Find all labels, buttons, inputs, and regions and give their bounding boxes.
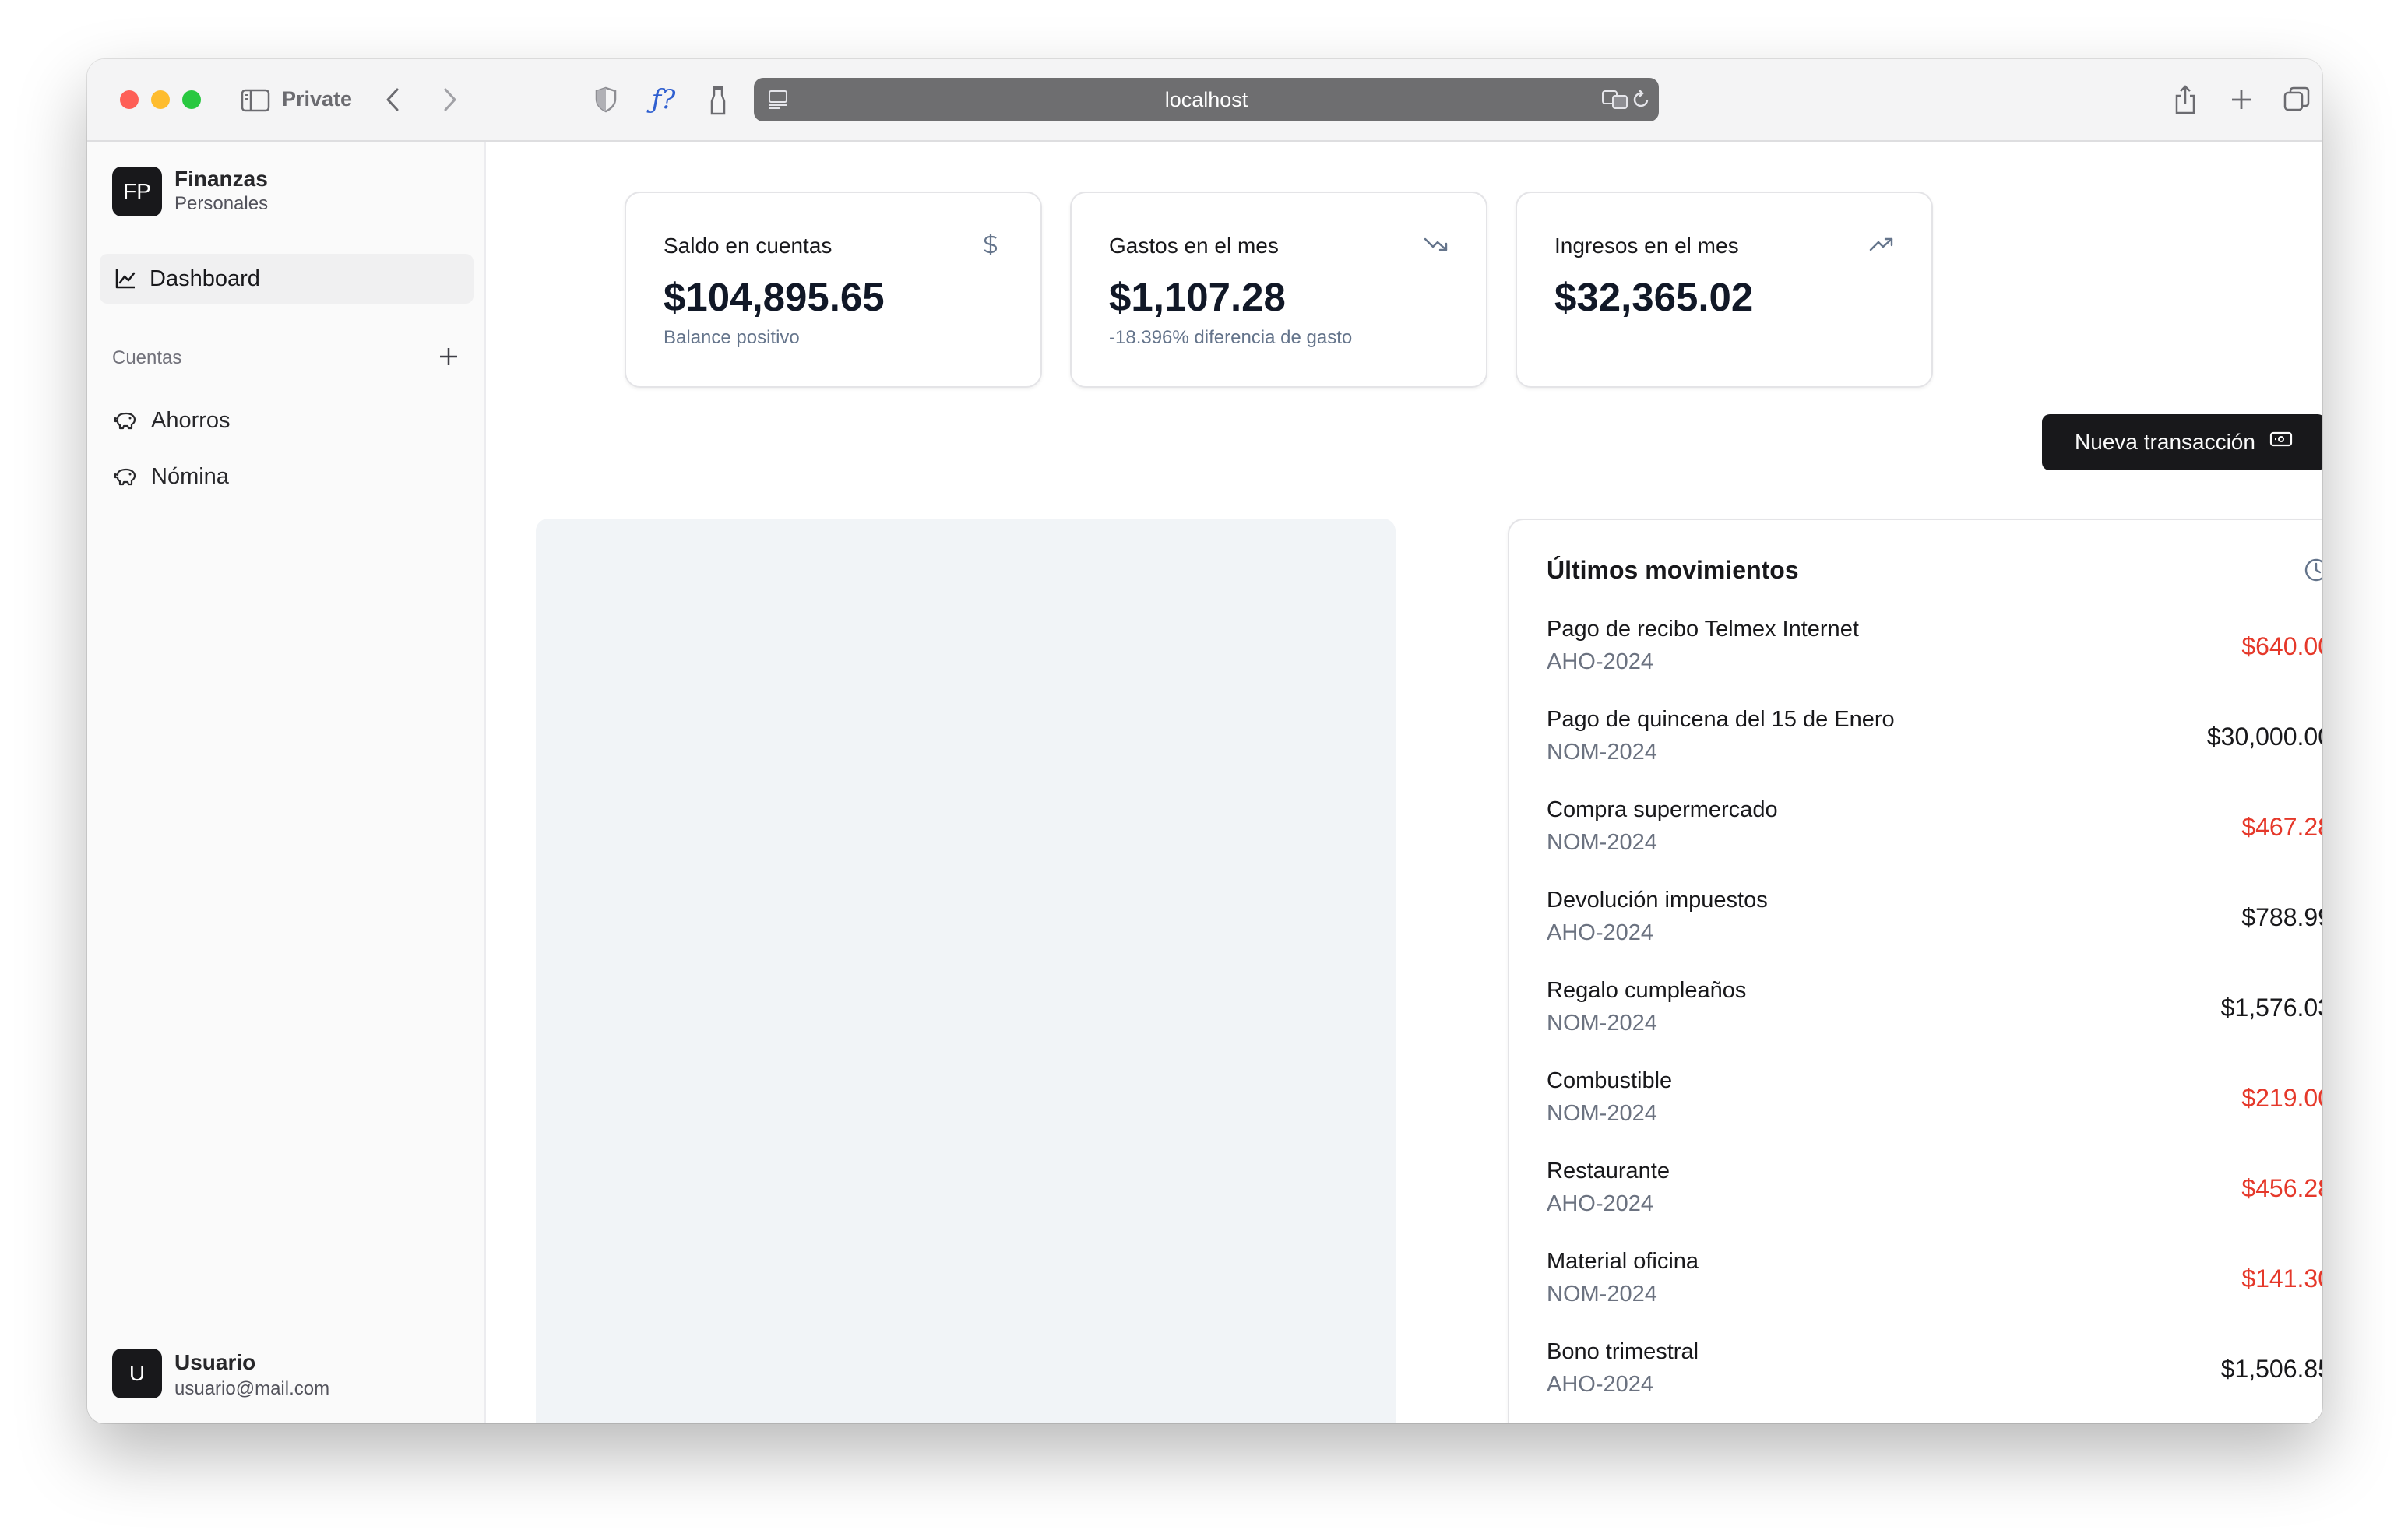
movement-account: AHO-2024: [1547, 920, 1654, 945]
stat-value: $32,365.02: [1554, 275, 1754, 319]
movement-amount: $219.00: [2241, 1084, 2322, 1112]
new-transaction-button[interactable]: Nueva transacción: [2042, 414, 2322, 470]
new-transaction-label: Nueva transacción: [2075, 430, 2255, 454]
movement-amount: $467.28: [2241, 813, 2322, 841]
browser-toolbar: Private ƒ? localhost: [87, 59, 2322, 142]
movement-name: Restaurante: [1547, 1159, 1670, 1184]
movement-amount: $1,576.03: [2220, 994, 2322, 1022]
movement-name: Regalo cumpleaños: [1547, 978, 1747, 1003]
accounts-section-label: Cuentas: [112, 347, 182, 368]
main-content: Saldo en cuentas $104,895.65 Balance pos…: [488, 142, 2322, 1423]
movements-title: Últimos movimientos: [1547, 556, 1799, 584]
url-text: localhost: [1164, 88, 1248, 111]
sidebar-item-label: Nómina: [151, 463, 229, 489]
movement-amount: $1,506.85: [2220, 1355, 2322, 1383]
stat-card-expenses: Gastos en el mes $1,107.28 -18.396% dife…: [1070, 192, 1487, 388]
movement-name: Devolución impuestos: [1547, 888, 1768, 913]
movement-account: AHO-2024: [1547, 1191, 1654, 1216]
line-chart-icon: [114, 267, 137, 290]
user-email: usuario@mail.com: [174, 1378, 330, 1399]
movement-amount: $456.28: [2241, 1174, 2322, 1202]
address-bar[interactable]: localhost: [754, 78, 1659, 121]
sidebar-item-dashboard[interactable]: Dashboard: [100, 254, 474, 304]
movement-account: AHO-2024: [1547, 649, 1654, 674]
sidebar-item-label: Dashboard: [150, 266, 260, 291]
trending-up-icon: [1869, 232, 1894, 257]
movement-amount: $788.99: [2241, 903, 2322, 931]
list-item[interactable]: Material oficina NOM-2024 $141.30: [1547, 1249, 2322, 1327]
movement-amount: $640.00: [2241, 632, 2322, 660]
private-label: Private: [282, 87, 353, 111]
list-item[interactable]: Regalo cumpleaños NOM-2024 $1,576.03: [1547, 978, 2322, 1056]
forward-icon[interactable]: [435, 84, 466, 115]
clock-icon: [2304, 557, 2322, 582]
font-extension-icon[interactable]: ƒ?: [645, 81, 682, 118]
stat-card-balance: Saldo en cuentas $104,895.65 Balance pos…: [625, 192, 1042, 388]
piggy-bank-icon: [114, 408, 139, 433]
plus-icon: [440, 348, 457, 365]
stat-value: $104,895.65: [664, 275, 885, 319]
sidebar-item-ahorros[interactable]: Ahorros: [100, 396, 474, 445]
privacy-shield-icon[interactable]: [590, 84, 621, 115]
movement-account: NOM-2024: [1547, 1101, 1657, 1126]
movement-account: AHO-2024: [1547, 1372, 1654, 1397]
banknote-icon: [2269, 431, 2293, 454]
movement-name: Bono trimestral: [1547, 1339, 1699, 1364]
add-account-button[interactable]: [433, 341, 464, 372]
movement-name: Compra supermercado: [1547, 797, 1778, 822]
movement-name: Combustible: [1547, 1068, 1673, 1093]
movement-account: NOM-2024: [1547, 740, 1657, 765]
sidebar-item-label: Ahorros: [151, 407, 231, 433]
recent-movements-card: Últimos movimientos Pago de recibo Telme…: [1508, 519, 2322, 1423]
stat-title: Ingresos en el mes: [1554, 234, 1739, 258]
list-item[interactable]: Bono trimestral AHO-2024 $1,506.85: [1547, 1339, 2322, 1417]
list-item[interactable]: Pago de recibo Telmex Internet AHO-2024 $6…: [1547, 617, 2322, 695]
movement-name: Pago de quincena del 15 de Enero: [1547, 707, 1895, 732]
app-subtitle: Personales: [174, 193, 269, 214]
share-icon[interactable]: [2168, 83, 2202, 117]
stat-value: $1,107.28: [1109, 275, 1286, 319]
stat-title: Gastos en el mes: [1109, 234, 1279, 258]
trending-down-icon: [1424, 232, 1449, 257]
list-item[interactable]: Combustible NOM-2024 $219.00: [1547, 1068, 2322, 1146]
user-name: Usuario: [174, 1350, 256, 1374]
chart-loading-placeholder: [536, 519, 1396, 1423]
sidebar-item-nomina[interactable]: Nómina: [100, 452, 474, 501]
app-logo: FP: [112, 167, 162, 216]
translate-icon[interactable]: [1600, 87, 1631, 112]
sidebar: FP Finanzas Personales Dashboard Cuentas…: [87, 142, 486, 1423]
tab-overview-icon[interactable]: [2280, 84, 2313, 115]
movement-account: NOM-2024: [1547, 1282, 1657, 1307]
sidebar-toggle-icon[interactable]: [240, 87, 271, 114]
stat-title: Saldo en cuentas: [664, 234, 833, 258]
dollar-icon: [978, 232, 1003, 257]
back-icon[interactable]: [377, 84, 408, 115]
piggy-bank-icon: [114, 464, 139, 489]
movement-name: Material oficina: [1547, 1249, 1699, 1274]
movement-account: NOM-2024: [1547, 1011, 1657, 1036]
stat-subtext: Balance positivo: [664, 327, 800, 348]
movement-account: NOM-2024: [1547, 830, 1657, 855]
stat-card-income: Ingresos en el mes $32,365.02: [1516, 192, 1933, 388]
list-item[interactable]: Devolución impuestos AHO-2024 $788.99: [1547, 888, 2322, 965]
list-item[interactable]: Restaurante AHO-2024 $456.28: [1547, 1159, 2322, 1236]
list-item[interactable]: Compra supermercado NOM-2024 $467.28: [1547, 797, 2322, 875]
new-tab-icon[interactable]: [2226, 84, 2257, 115]
stat-subtext: -18.396% diferencia de gasto: [1109, 327, 1353, 348]
close-window-button[interactable]: [120, 90, 139, 109]
avatar[interactable]: U: [112, 1349, 162, 1398]
reload-icon[interactable]: [1628, 87, 1654, 112]
screen: Private ƒ? localhost FP Finanzas Persona…: [0, 0, 2408, 1537]
movement-name: Pago de recibo Telmex Internet: [1547, 617, 1859, 642]
movement-amount: $30,000.00: [2206, 723, 2322, 751]
list-item[interactable]: Pago de quincena del 15 de Enero NOM-2024…: [1547, 707, 2322, 785]
zoom-window-button[interactable]: [182, 90, 201, 109]
minimize-window-button[interactable]: [151, 90, 170, 109]
browser-window: Private ƒ? localhost FP Finanzas Persona…: [87, 59, 2322, 1423]
cleaner-extension-icon[interactable]: [702, 83, 734, 117]
movement-amount: $141.30: [2241, 1264, 2322, 1293]
app-title: Finanzas: [174, 167, 268, 191]
